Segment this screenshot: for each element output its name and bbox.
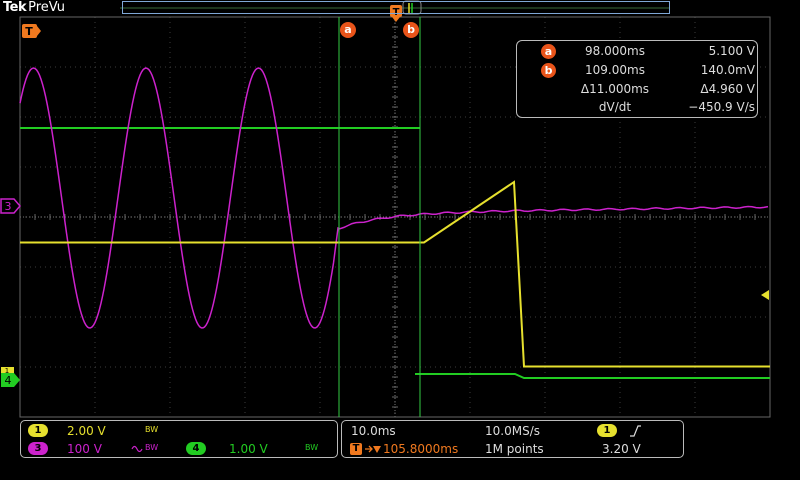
ch3-bandwidth-limit-icon: BW: [145, 443, 159, 452]
ch1-badge[interactable]: 1: [28, 424, 48, 437]
ch4-marker-label: 4: [5, 374, 12, 387]
sample-rate: 10.0MS/s: [485, 424, 540, 438]
cursor-b-badge: b: [541, 63, 556, 78]
cursor-a-label[interactable]: a: [340, 22, 356, 38]
cursor-b-row: b 109.00ms 140.0mV: [517, 62, 757, 79]
ch4-scale[interactable]: 1.00 V: [229, 442, 268, 456]
cursor-delta-time: Δ11.000ms: [580, 82, 650, 96]
trigger-level[interactable]: 3.20 V: [602, 442, 641, 456]
brand-name: Tek: [3, 0, 27, 15]
cursor-a-badge: a: [541, 44, 556, 59]
ch1-scale[interactable]: 2.00 V: [67, 424, 106, 438]
cursor-slope-row: dV/dt −450.9 V/s: [517, 99, 757, 116]
horizontal-scale[interactable]: 10.0ms: [351, 424, 396, 438]
ch4-ground-marker[interactable]: 4: [1, 373, 20, 387]
record-view-bar[interactable]: [122, 1, 670, 14]
trigger-source-badge[interactable]: 1: [597, 424, 617, 437]
cursor-b-label[interactable]: b: [403, 22, 419, 38]
trigger-time-marker-label: T: [25, 25, 33, 38]
cursor-delta-value: Δ4.960 V: [700, 82, 755, 96]
ch3-badge[interactable]: 3: [28, 442, 48, 455]
ch4-bandwidth-limit-icon: BW: [305, 443, 319, 452]
ch4-badge[interactable]: 4: [186, 442, 206, 455]
ch3-scale[interactable]: 100 V: [67, 442, 102, 456]
brand: Tek PreVu: [3, 0, 65, 16]
cursor-delta-row: Δ11.000ms Δ4.960 V: [517, 81, 757, 98]
cursor-slope-value: −450.9 V/s: [688, 100, 755, 114]
trigger-offset-arrow-icon: [365, 445, 381, 453]
ch3-ground-marker[interactable]: 3: [0, 198, 21, 214]
cursor-b-time: 109.00ms: [585, 63, 645, 77]
cursor-a-row: a 98.000ms 5.100 V: [517, 43, 757, 60]
horizontal-trigger-panel[interactable]: 10.0ms 10.0MS/s 1 T 105.8000ms 1M points…: [341, 420, 684, 458]
cursor-a-value: 5.100 V: [708, 44, 755, 58]
cursor-slope-label: dV/dt: [598, 100, 632, 114]
trigger-time-marker[interactable]: T: [22, 24, 41, 38]
trigger-position-icon: T: [350, 443, 362, 455]
acquisition-mode: PreVu: [28, 0, 66, 15]
trigger-level-marker[interactable]: [761, 290, 769, 300]
trigger-position[interactable]: 105.8000ms: [383, 442, 458, 456]
rising-edge-icon: [630, 425, 641, 437]
vertical-settings-panel[interactable]: 1 2.00 V BW 3 100 V BW 4 1.00 V BW: [20, 420, 338, 458]
cursor-a-time: 98.000ms: [585, 44, 645, 58]
ch1-bandwidth-limit-icon: BW: [145, 425, 159, 434]
ch3-ac-coupling-icon: [131, 445, 143, 453]
ch3-marker-label: 3: [5, 200, 12, 213]
cursor-readout-panel[interactable]: a 98.000ms 5.100 V b 109.00ms 140.0mV Δ1…: [516, 40, 758, 118]
cursor-b-value: 140.0mV: [700, 63, 755, 77]
record-length[interactable]: 1M points: [485, 442, 544, 456]
